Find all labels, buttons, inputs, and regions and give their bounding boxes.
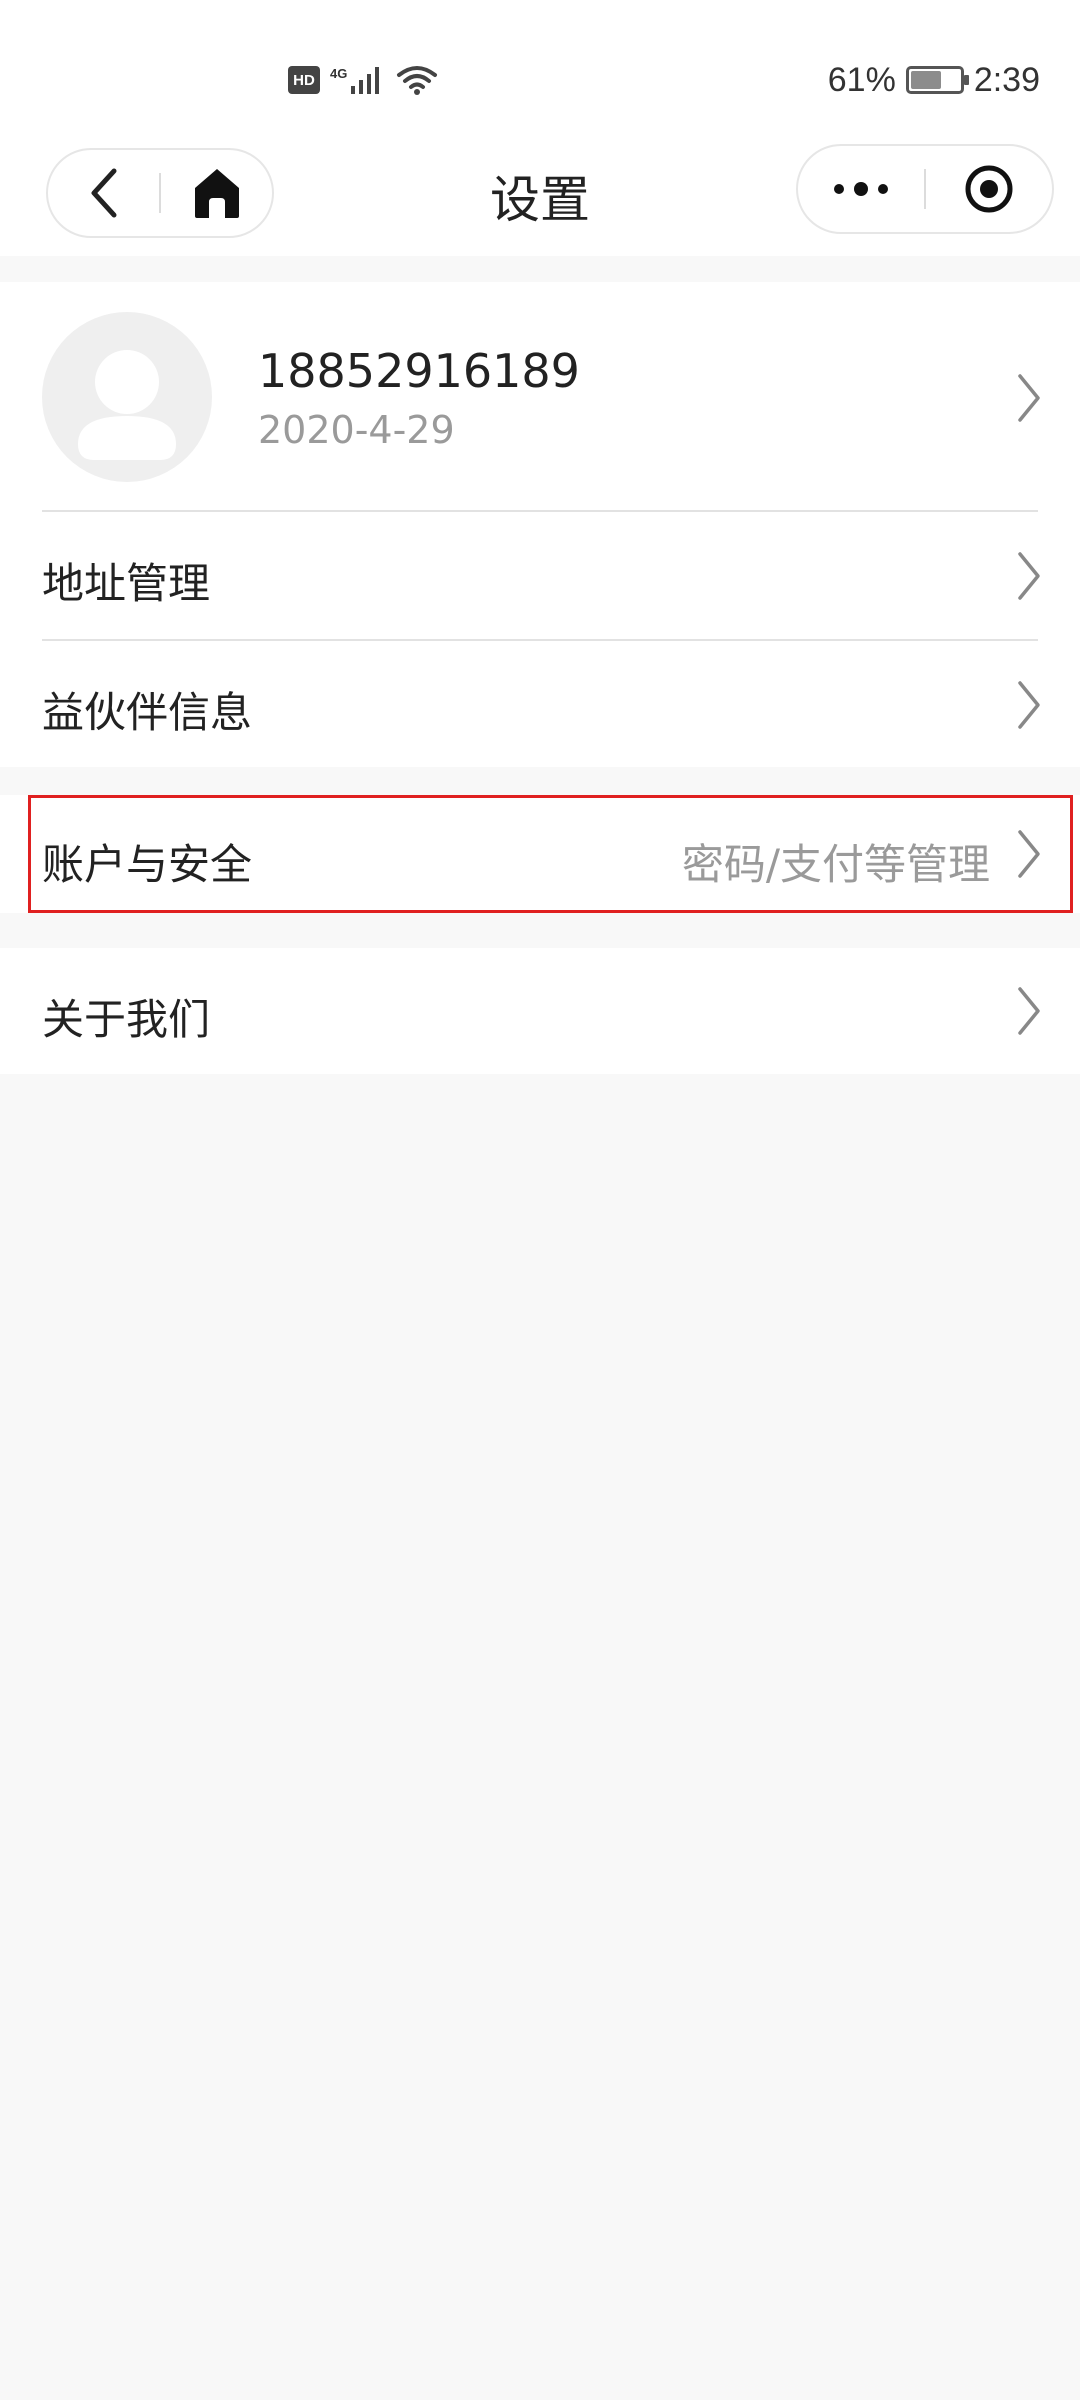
more-dots-icon	[834, 182, 888, 196]
signal-icon	[351, 67, 380, 94]
user-date: 2020-4-29	[258, 408, 455, 452]
profile-card: 18852916189 2020-4-29 地址管理 益伙伴信息	[0, 282, 1080, 767]
profile-row[interactable]: 18852916189 2020-4-29	[0, 282, 1080, 514]
chevron-right-icon	[1018, 681, 1040, 729]
battery-fill	[910, 71, 942, 89]
menu-label-partner: 益伙伴信息	[42, 688, 253, 737]
chevron-right-icon	[1018, 987, 1040, 1035]
nav-right-capsule	[796, 144, 1054, 234]
more-button[interactable]	[798, 146, 924, 232]
record-target-icon	[965, 165, 1013, 213]
highlight-box	[28, 795, 1073, 913]
user-phone: 18852916189	[258, 344, 580, 398]
network-type: 4G	[330, 65, 348, 81]
menu-label-address: 地址管理	[42, 559, 211, 608]
close-miniprogram-button[interactable]	[926, 146, 1052, 232]
menu-label-about: 关于我们	[42, 995, 211, 1044]
hd-badge: HD	[288, 66, 320, 94]
menu-item-partner[interactable]: 益伙伴信息	[0, 641, 1080, 767]
status-icons: HD 4G	[288, 60, 439, 100]
clock: 2:39	[973, 60, 1040, 99]
nav-bar: 设置	[0, 140, 1080, 256]
chevron-right-icon	[1018, 552, 1040, 600]
wifi-icon	[397, 66, 438, 95]
user-placeholder-icon	[78, 350, 176, 460]
status-right: 61% 2:39	[828, 58, 1040, 102]
battery-icon	[905, 66, 969, 94]
status-bar: HD 4G 61% 2:39	[0, 0, 1080, 140]
avatar	[42, 312, 212, 482]
menu-item-address[interactable]: 地址管理	[0, 512, 1080, 640]
chevron-right-icon	[1018, 374, 1040, 422]
battery-percent: 61%	[827, 60, 896, 99]
about-card[interactable]: 关于我们	[0, 948, 1080, 1074]
